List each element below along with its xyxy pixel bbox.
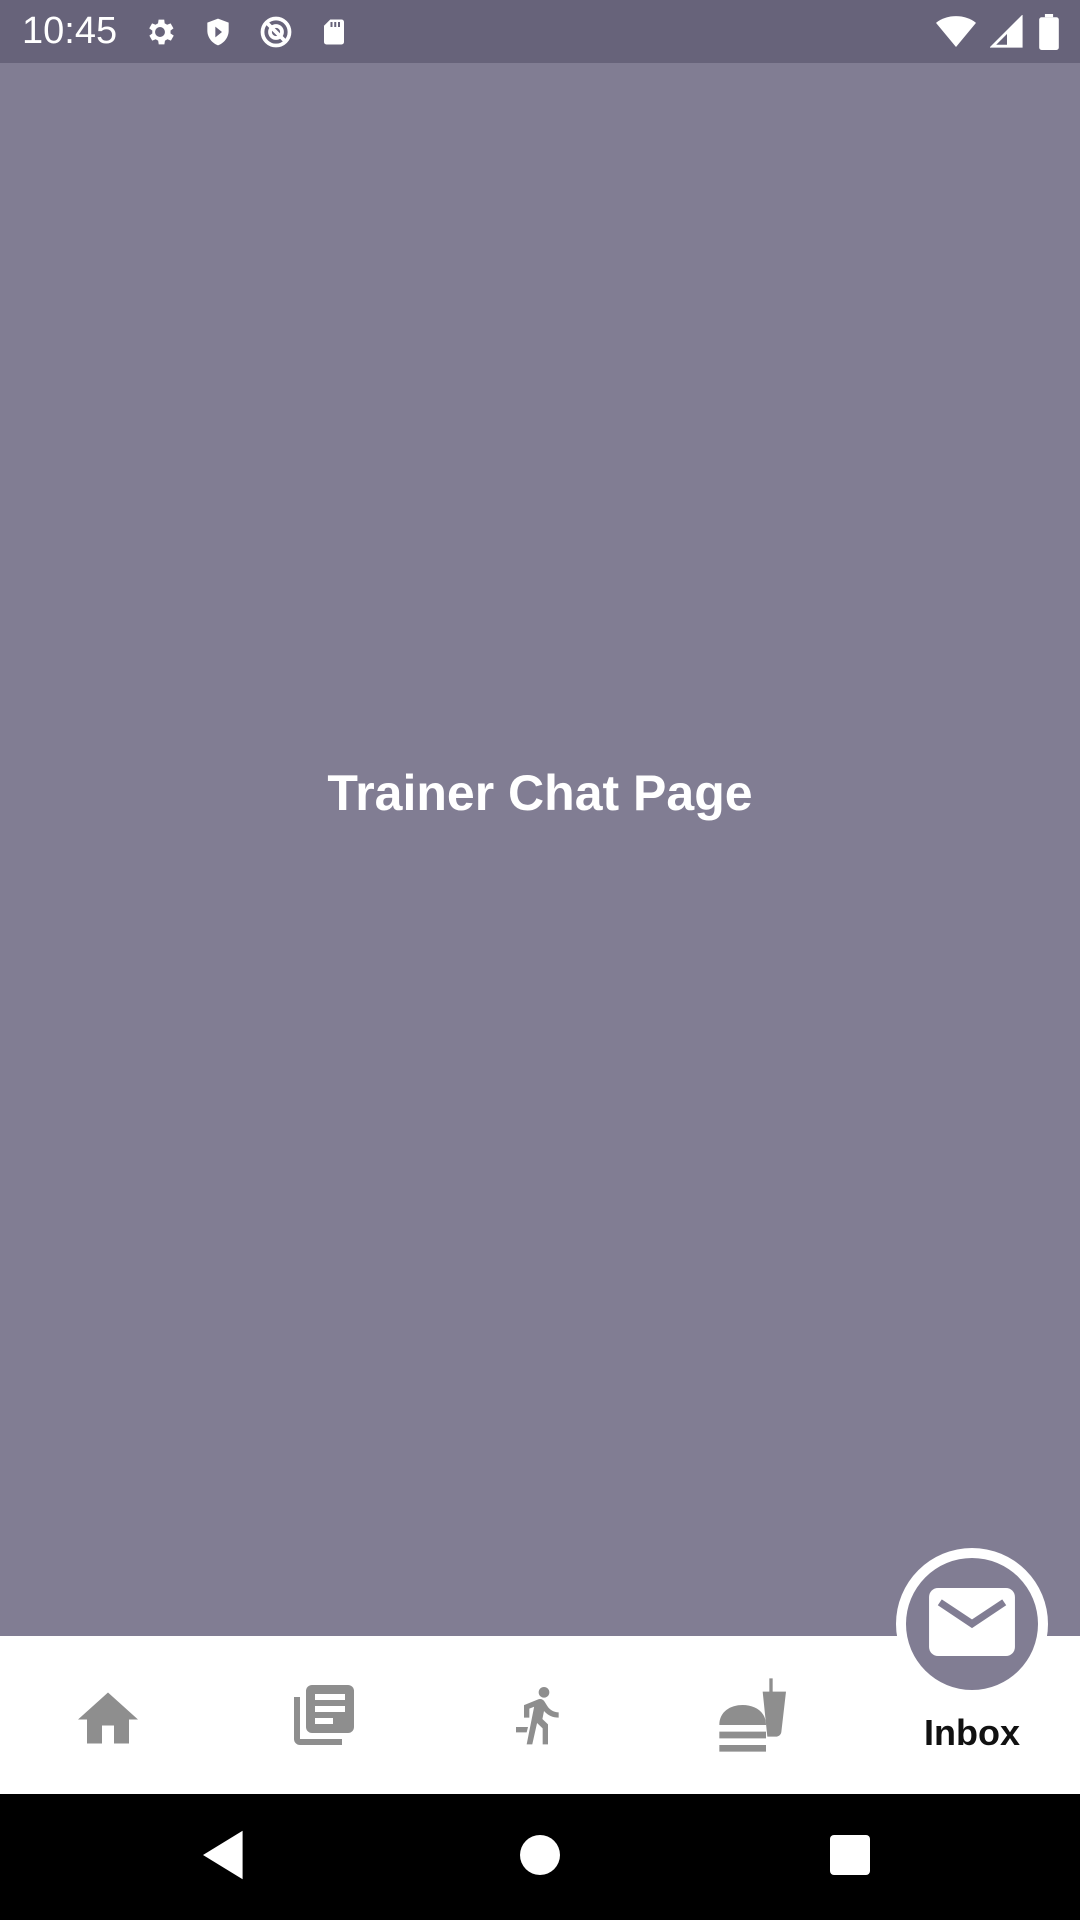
inbox-selected-circle	[906, 1558, 1038, 1690]
nav-label-inbox[interactable]: Inbox	[864, 1712, 1080, 1754]
signal-icon	[990, 12, 1024, 52]
home-circle-icon	[520, 1834, 560, 1880]
recents-button[interactable]	[815, 1794, 885, 1920]
wifi-icon	[936, 12, 976, 52]
no-sync-icon	[256, 12, 296, 52]
nav-item-news[interactable]	[216, 1636, 432, 1794]
activity-icon	[508, 1675, 572, 1755]
page-title: Trainer Chat Page	[327, 765, 753, 821]
news-icon	[288, 1679, 360, 1751]
status-left-icons	[140, 12, 354, 52]
shield-icon	[198, 12, 238, 52]
mail-icon	[929, 1587, 1015, 1661]
nav-item-inbox[interactable]	[896, 1548, 1048, 1700]
back-icon	[203, 1830, 247, 1885]
food-icon	[716, 1675, 796, 1755]
nav-item-food[interactable]	[648, 1636, 864, 1794]
home-icon	[72, 1683, 144, 1747]
battery-icon	[1038, 12, 1060, 52]
status-right-icons	[936, 12, 1060, 52]
settings-icon	[140, 12, 180, 52]
nav-item-activity[interactable]	[432, 1636, 648, 1794]
back-button[interactable]	[190, 1794, 260, 1920]
sd-card-icon	[314, 12, 354, 52]
system-navigation-bar	[0, 1794, 1080, 1920]
status-time: 10:45	[22, 10, 118, 52]
status-bar: 10:45	[0, 0, 1080, 63]
chat-page-content: Trainer Chat Page	[0, 63, 1080, 1636]
home-button[interactable]	[505, 1794, 575, 1920]
recents-icon	[830, 1834, 870, 1880]
nav-item-home[interactable]	[0, 1636, 216, 1794]
